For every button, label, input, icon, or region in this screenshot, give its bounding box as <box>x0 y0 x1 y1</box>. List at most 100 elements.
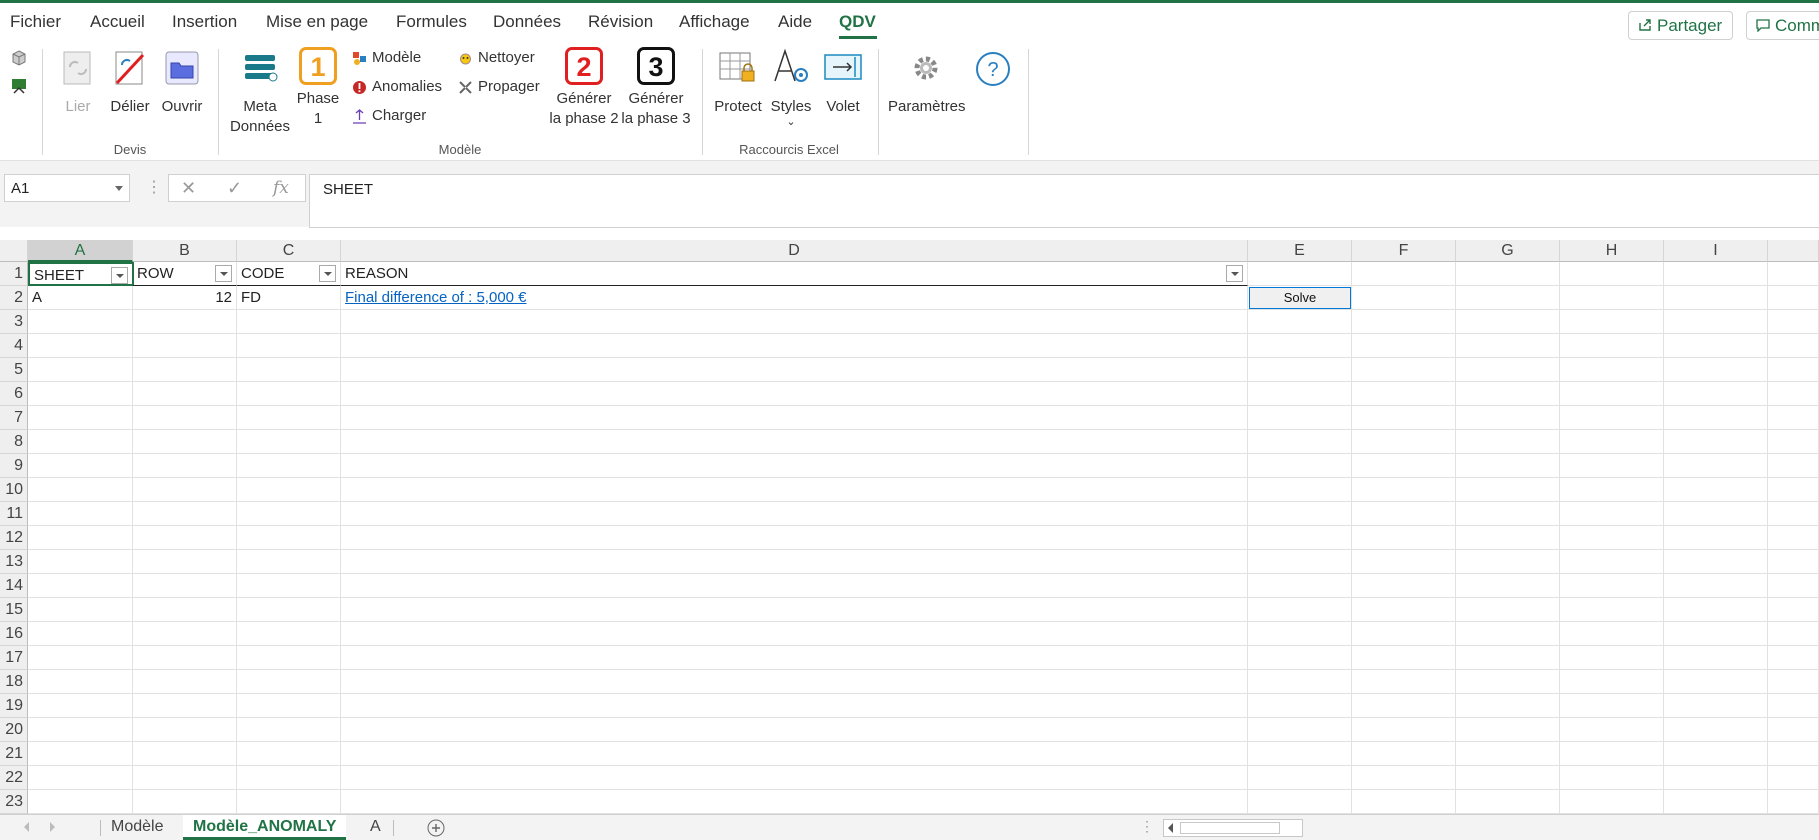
row-header-13[interactable]: 13 <box>0 550 28 574</box>
grid-cell[interactable] <box>133 430 237 454</box>
grid-cell[interactable] <box>28 598 133 622</box>
grid-cell[interactable] <box>341 310 1248 334</box>
row-header-1[interactable]: 1 <box>0 262 28 286</box>
grid-cell[interactable] <box>133 598 237 622</box>
row-header-21[interactable]: 21 <box>0 742 28 766</box>
column-header-e[interactable]: E <box>1248 240 1352 262</box>
row-header-3[interactable]: 3 <box>0 310 28 334</box>
grid-cell[interactable] <box>341 622 1248 646</box>
grid-cell[interactable] <box>1352 262 1456 286</box>
grid-cell[interactable] <box>1456 430 1560 454</box>
grid-cell[interactable] <box>1456 694 1560 718</box>
fx-icon[interactable]: fx <box>273 178 289 198</box>
grid-cell[interactable] <box>1664 598 1768 622</box>
grid-cell[interactable] <box>1352 550 1456 574</box>
grid-cell[interactable] <box>341 694 1248 718</box>
grid-cell[interactable] <box>28 766 133 790</box>
grid-cell[interactable] <box>1664 502 1768 526</box>
column-header-g[interactable]: G <box>1456 240 1560 262</box>
scroll-left-icon[interactable] <box>1168 823 1173 833</box>
grid-cell[interactable] <box>28 718 133 742</box>
grid-cell[interactable] <box>133 334 237 358</box>
grid-cell[interactable] <box>1768 502 1819 526</box>
grid-cell[interactable] <box>341 502 1248 526</box>
anomalies-button[interactable]: Anomalies <box>350 76 442 98</box>
column-header-h[interactable]: H <box>1560 240 1664 262</box>
grid-cell[interactable] <box>1560 694 1664 718</box>
grid-cell[interactable] <box>1456 742 1560 766</box>
grid-cell[interactable] <box>1456 574 1560 598</box>
grid-cell[interactable] <box>1248 646 1352 670</box>
grid-cell[interactable] <box>1352 310 1456 334</box>
column-header-f[interactable]: F <box>1352 240 1456 262</box>
grid-cell[interactable] <box>1768 286 1819 310</box>
grid-cell[interactable] <box>133 790 237 814</box>
more-icon[interactable]: ⋮ <box>146 177 162 197</box>
reason-link[interactable]: Final difference of : 5,000 € <box>345 289 527 306</box>
grid-cell[interactable] <box>341 766 1248 790</box>
grid-cell[interactable] <box>1352 622 1456 646</box>
tree-icon[interactable] <box>10 77 28 95</box>
grid-cell[interactable] <box>1560 334 1664 358</box>
grid-cell[interactable] <box>1664 718 1768 742</box>
grid-cell[interactable] <box>1352 598 1456 622</box>
grid-cell[interactable] <box>341 718 1248 742</box>
grid-cell[interactable] <box>1456 526 1560 550</box>
grid-cell[interactable] <box>1352 742 1456 766</box>
grid-cell[interactable] <box>133 646 237 670</box>
grid-cell[interactable] <box>1768 766 1819 790</box>
grid-cell[interactable] <box>133 670 237 694</box>
select-all-corner[interactable] <box>0 240 28 262</box>
grid-cell[interactable] <box>237 598 341 622</box>
grid-cell[interactable] <box>1768 598 1819 622</box>
grid-cell[interactable] <box>1456 334 1560 358</box>
grid-cell[interactable] <box>1352 574 1456 598</box>
grid-cell[interactable] <box>28 478 133 502</box>
grid-cell[interactable] <box>133 622 237 646</box>
grid-cell[interactable] <box>1560 526 1664 550</box>
row-header-23[interactable]: 23 <box>0 790 28 814</box>
grid-cell[interactable] <box>1664 694 1768 718</box>
grid-cell[interactable] <box>1352 646 1456 670</box>
grid-cell[interactable] <box>237 478 341 502</box>
row-header-9[interactable]: 9 <box>0 454 28 478</box>
ouvrir-button[interactable]: Ouvrir <box>160 49 204 117</box>
grid-cell[interactable] <box>1456 670 1560 694</box>
grid-cell[interactable] <box>1560 718 1664 742</box>
grid-cell[interactable] <box>237 382 341 406</box>
row-header-14[interactable]: 14 <box>0 574 28 598</box>
grid-cell[interactable] <box>237 502 341 526</box>
grid-cell[interactable] <box>1456 502 1560 526</box>
grid-cell[interactable] <box>28 502 133 526</box>
grid-cell[interactable] <box>1560 358 1664 382</box>
grid-cell[interactable] <box>1248 622 1352 646</box>
grid-cell[interactable] <box>1456 622 1560 646</box>
grid-cell[interactable] <box>1560 478 1664 502</box>
confirm-icon[interactable]: ✓ <box>227 178 242 199</box>
row-header-2[interactable]: 2 <box>0 286 28 310</box>
grid-cell[interactable] <box>1768 430 1819 454</box>
row-header-5[interactable]: 5 <box>0 358 28 382</box>
grid-cell[interactable] <box>1456 598 1560 622</box>
grid-cell[interactable] <box>237 622 341 646</box>
grid-cell[interactable] <box>1248 574 1352 598</box>
propager-button[interactable]: Propager <box>456 76 540 98</box>
grid-cell[interactable] <box>1768 406 1819 430</box>
grid-cell[interactable] <box>237 526 341 550</box>
grid-cell[interactable] <box>1768 742 1819 766</box>
cell-d2[interactable]: Final difference of : 5,000 € <box>341 286 1248 310</box>
grid-cell[interactable] <box>341 478 1248 502</box>
grid-cell[interactable] <box>133 742 237 766</box>
grid-cell[interactable] <box>1768 622 1819 646</box>
row-header-19[interactable]: 19 <box>0 694 28 718</box>
column-header-c[interactable]: C <box>237 240 341 262</box>
tab-qdv[interactable]: QDV <box>839 12 876 32</box>
grid-cell[interactable] <box>1248 430 1352 454</box>
grid-cell[interactable] <box>1664 406 1768 430</box>
grid-cell[interactable] <box>1560 406 1664 430</box>
grid-cell[interactable] <box>1560 622 1664 646</box>
grid-cell[interactable] <box>1664 334 1768 358</box>
grid-cell[interactable] <box>1664 478 1768 502</box>
grid-cell[interactable] <box>237 766 341 790</box>
grid-cell[interactable] <box>341 670 1248 694</box>
